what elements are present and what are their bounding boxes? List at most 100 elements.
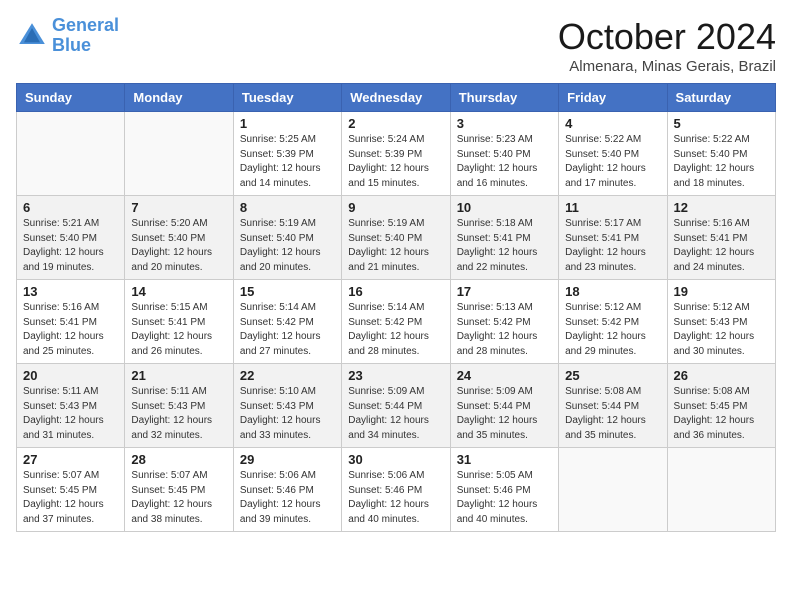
day-number: 2 (348, 116, 443, 131)
day-info: Sunrise: 5:07 AMSunset: 5:45 PMDaylight:… (23, 469, 118, 527)
calendar-cell (17, 112, 125, 196)
day-number: 17 (457, 284, 552, 299)
day-info: Sunrise: 5:20 AMSunset: 5:40 PMDaylight:… (131, 217, 226, 275)
calendar-cell: 21 Sunrise: 5:11 AMSunset: 5:43 PMDayligh… (125, 364, 233, 448)
calendar-header-row: SundayMondayTuesdayWednesdayThursdayFrid… (17, 84, 776, 112)
calendar-week-row: 6 Sunrise: 5:21 AMSunset: 5:40 PMDaylight… (17, 196, 776, 280)
calendar-cell: 9 Sunrise: 5:19 AMSunset: 5:40 PMDaylight… (342, 196, 450, 280)
day-info: Sunrise: 5:15 AMSunset: 5:41 PMDaylight:… (131, 301, 226, 359)
day-info: Sunrise: 5:22 AMSunset: 5:40 PMDaylight:… (674, 133, 769, 191)
calendar-cell: 5 Sunrise: 5:22 AMSunset: 5:40 PMDaylight… (667, 112, 775, 196)
day-info: Sunrise: 5:12 AMSunset: 5:43 PMDaylight:… (674, 301, 769, 359)
day-number: 29 (240, 452, 335, 467)
day-number: 30 (348, 452, 443, 467)
day-info: Sunrise: 5:09 AMSunset: 5:44 PMDaylight:… (457, 385, 552, 443)
calendar-cell (667, 448, 775, 532)
calendar-cell: 20Sunrise: 5:11 AMSunset: 5:43 PMDayligh… (17, 364, 125, 448)
logo-line1: General (52, 15, 119, 35)
day-number: 20 (23, 368, 118, 383)
day-number: 14 (131, 284, 226, 299)
weekday-header: Thursday (450, 84, 558, 112)
calendar-cell: 15 Sunrise: 5:14 AMSunset: 5:42 PMDayligh… (233, 280, 341, 364)
calendar-cell: 14 Sunrise: 5:15 AMSunset: 5:41 PMDayligh… (125, 280, 233, 364)
calendar-cell: 7 Sunrise: 5:20 AMSunset: 5:40 PMDaylight… (125, 196, 233, 280)
day-number: 13 (23, 284, 118, 299)
day-number: 27 (23, 452, 118, 467)
calendar-cell: 25Sunrise: 5:08 AMSunset: 5:44 PMDayligh… (559, 364, 667, 448)
day-number: 4 (565, 116, 660, 131)
day-info: Sunrise: 5:08 AMSunset: 5:45 PMDaylight:… (674, 385, 769, 443)
day-number: 8 (240, 200, 335, 215)
calendar-cell: 19 Sunrise: 5:12 AMSunset: 5:43 PMDayligh… (667, 280, 775, 364)
day-info: Sunrise: 5:18 AMSunset: 5:41 PMDaylight:… (457, 217, 552, 275)
day-number: 16 (348, 284, 443, 299)
calendar-cell: 2 Sunrise: 5:24 AMSunset: 5:39 PMDaylight… (342, 112, 450, 196)
day-info: Sunrise: 5:16 AMSunset: 5:41 PMDaylight:… (674, 217, 769, 275)
calendar-week-row: 20 Sunrise: 5:11 AMSunset: 5:43 PMDayligh… (17, 364, 776, 448)
calendar-cell: 13 Sunrise: 5:16 AMSunset: 5:41 PMDayligh… (17, 280, 125, 364)
calendar-cell: 6 Sunrise: 5:21 AMSunset: 5:40 PMDaylight… (17, 196, 125, 280)
day-info: Sunrise: 5:19 AMSunset: 5:40 PMDaylight:… (240, 217, 335, 275)
day-number: 19 (674, 284, 769, 299)
month-title: October 2024 (558, 16, 776, 58)
day-info: Sunrise: 5:14 AMSunset: 5:42 PMDaylight:… (240, 301, 335, 359)
calendar-cell (125, 112, 233, 196)
day-info: Sunrise: 5:06 AMSunset: 5:46 PMDaylight:… (348, 469, 443, 527)
calendar-cell: 24 Sunrise: 5:09 AMSunset: 5:44 PMDayligh… (450, 364, 558, 448)
weekday-header: Friday (559, 84, 667, 112)
day-number: 22 (240, 368, 335, 383)
day-number: 15 (240, 284, 335, 299)
day-info: Sunrise: 5:08 AMSunset: 5:44 PMDaylight:… (565, 385, 660, 443)
calendar-cell: 4Sunrise: 5:22 AMSunset: 5:40 PMDaylight… (559, 112, 667, 196)
logo-line2: Blue (52, 35, 91, 55)
day-info: Sunrise: 5:25 AMSunset: 5:39 PMDaylight:… (240, 133, 335, 191)
day-info: Sunrise: 5:17 AMSunset: 5:41 PMDaylight:… (565, 217, 660, 275)
day-number: 11 (565, 200, 660, 215)
weekday-header: Wednesday (342, 84, 450, 112)
day-number: 28 (131, 452, 226, 467)
calendar-cell: 29 Sunrise: 5:06 AMSunset: 5:46 PMDayligh… (233, 448, 341, 532)
day-info: Sunrise: 5:23 AMSunset: 5:40 PMDaylight:… (457, 133, 552, 191)
title-block: October 2024 Almenara, Minas Gerais, Bra… (558, 16, 776, 75)
day-number: 12 (674, 200, 769, 215)
day-number: 9 (348, 200, 443, 215)
calendar-cell: 12 Sunrise: 5:16 AMSunset: 5:41 PMDayligh… (667, 196, 775, 280)
page-header: General Blue October 2024 Almenara, Mina… (16, 16, 776, 75)
day-info: Sunrise: 5:06 AMSunset: 5:46 PMDaylight:… (240, 469, 335, 527)
day-number: 10 (457, 200, 552, 215)
day-info: Sunrise: 5:07 AMSunset: 5:45 PMDaylight:… (131, 469, 226, 527)
day-info: Sunrise: 5:09 AMSunset: 5:44 PMDaylight:… (348, 385, 443, 443)
calendar-cell: 16 Sunrise: 5:14 AMSunset: 5:42 PMDayligh… (342, 280, 450, 364)
day-number: 21 (131, 368, 226, 383)
calendar-cell: 22 Sunrise: 5:10 AMSunset: 5:43 PMDayligh… (233, 364, 341, 448)
calendar-cell: 27 Sunrise: 5:07 AMSunset: 5:45 PMDayligh… (17, 448, 125, 532)
day-number: 3 (457, 116, 552, 131)
day-info: Sunrise: 5:24 AMSunset: 5:39 PMDaylight:… (348, 133, 443, 191)
calendar-cell: 11 Sunrise: 5:17 AMSunset: 5:41 PMDayligh… (559, 196, 667, 280)
weekday-header: Sunday (17, 84, 125, 112)
calendar-cell: 17 Sunrise: 5:13 AMSunset: 5:42 PMDayligh… (450, 280, 558, 364)
logo-text: General Blue (52, 16, 119, 56)
weekday-header: Saturday (667, 84, 775, 112)
calendar-cell: 23Sunrise: 5:09 AMSunset: 5:44 PMDayligh… (342, 364, 450, 448)
day-number: 1 (240, 116, 335, 131)
weekday-header: Monday (125, 84, 233, 112)
day-info: Sunrise: 5:11 AMSunset: 5:43 PMDaylight:… (131, 385, 226, 443)
calendar-cell: 26Sunrise: 5:08 AMSunset: 5:45 PMDayligh… (667, 364, 775, 448)
day-info: Sunrise: 5:14 AMSunset: 5:42 PMDaylight:… (348, 301, 443, 359)
day-info: Sunrise: 5:16 AMSunset: 5:41 PMDaylight:… (23, 301, 118, 359)
day-number: 18 (565, 284, 660, 299)
day-number: 24 (457, 368, 552, 383)
location-title: Almenara, Minas Gerais, Brazil (558, 58, 776, 75)
calendar-cell: 3 Sunrise: 5:23 AMSunset: 5:40 PMDaylight… (450, 112, 558, 196)
day-info: Sunrise: 5:10 AMSunset: 5:43 PMDaylight:… (240, 385, 335, 443)
day-number: 5 (674, 116, 769, 131)
calendar-cell: 18Sunrise: 5:12 AMSunset: 5:42 PMDayligh… (559, 280, 667, 364)
day-info: Sunrise: 5:13 AMSunset: 5:42 PMDaylight:… (457, 301, 552, 359)
calendar-cell: 8 Sunrise: 5:19 AMSunset: 5:40 PMDaylight… (233, 196, 341, 280)
calendar-cell: 31Sunrise: 5:05 AMSunset: 5:46 PMDayligh… (450, 448, 558, 532)
day-number: 6 (23, 200, 118, 215)
day-info: Sunrise: 5:21 AMSunset: 5:40 PMDaylight:… (23, 217, 118, 275)
day-info: Sunrise: 5:19 AMSunset: 5:40 PMDaylight:… (348, 217, 443, 275)
day-number: 7 (131, 200, 226, 215)
